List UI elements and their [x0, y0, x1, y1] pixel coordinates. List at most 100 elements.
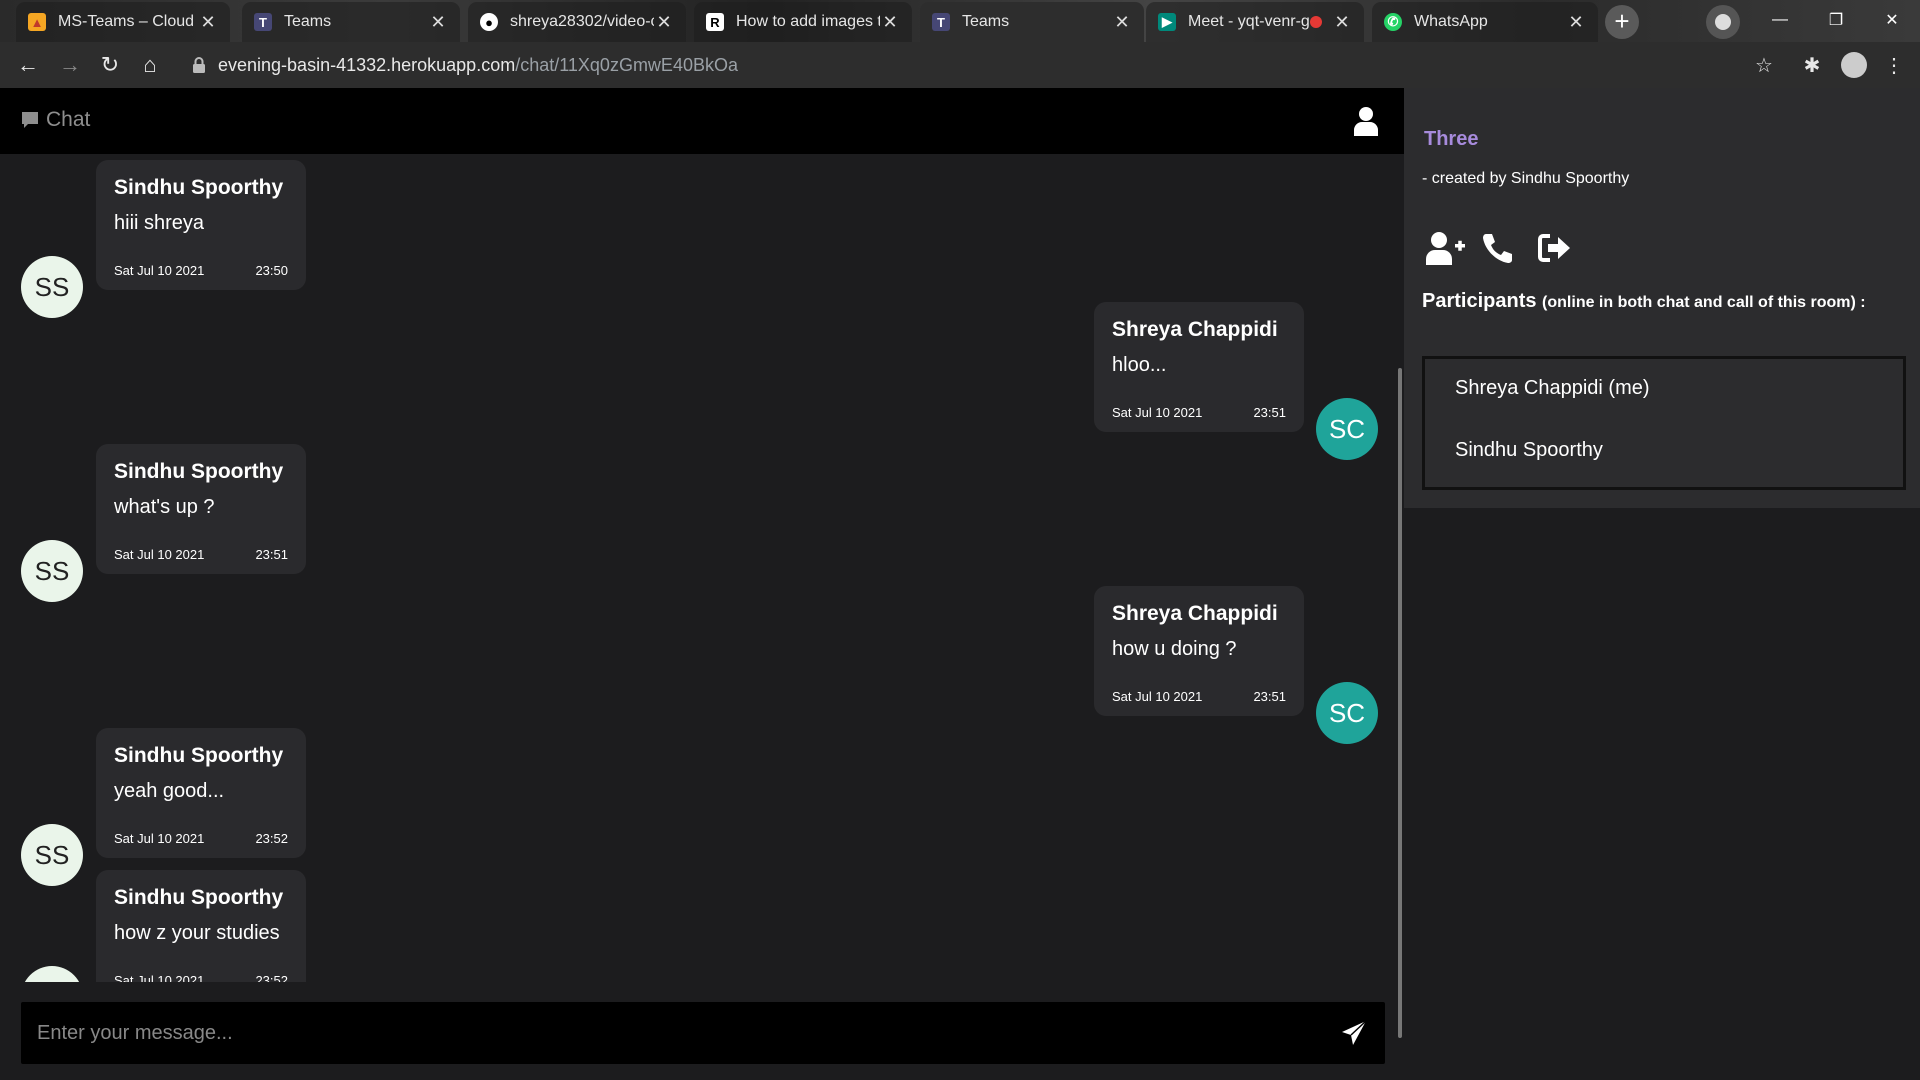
minimize-icon[interactable]: — [1752, 0, 1808, 40]
phone-icon [1483, 234, 1512, 263]
message-bubble: Shreya Chappidi how u doing ? Sat Jul 10… [1094, 586, 1304, 716]
message-date: Sat Jul 10 2021 [1112, 405, 1203, 420]
message-time: 23:51 [255, 547, 288, 562]
participants-title: Participants [1422, 290, 1537, 312]
chat-app: Chat Sindhu Spoorthy hiii shreya Sat Jul… [0, 88, 1920, 1080]
leave-icon [1538, 234, 1570, 262]
close-icon[interactable]: ✕ [654, 12, 674, 33]
window-close-icon[interactable]: ✕ [1864, 0, 1920, 40]
close-icon[interactable]: ✕ [1566, 12, 1586, 33]
scrollbar[interactable] [1398, 368, 1402, 1038]
browser-tab[interactable]: R How to add images to ✕ [694, 2, 912, 42]
message-time: 23:51 [1253, 405, 1286, 420]
browser-tab[interactable]: ● shreya28302/video-ca ✕ [468, 2, 686, 42]
message-input[interactable] [37, 1002, 1327, 1064]
participant-item: Shreya Chappidi (me) [1455, 377, 1650, 399]
message-sender: Shreya Chappidi [1112, 602, 1278, 625]
send-icon[interactable] [1341, 1020, 1367, 1046]
message-bubble: Shreya Chappidi hloo... Sat Jul 10 2021 … [1094, 302, 1304, 432]
tab-search-icon[interactable] [1706, 5, 1740, 39]
user-icon[interactable] [1352, 106, 1380, 136]
message-sender: Sindhu Spoorthy [114, 460, 284, 483]
message-meta: Sat Jul 10 2021 23:51 [1112, 689, 1286, 704]
profile-avatar[interactable] [1834, 45, 1874, 85]
close-icon[interactable]: ✕ [880, 12, 900, 33]
browser-tabstrip: ▲ MS-Teams – Cloud Fir ✕ T Teams ✕ ● shr… [0, 0, 1920, 42]
room-info-card: Three - created by Sindhu Spoorthy Parti… [1404, 88, 1920, 508]
message-time: 23:52 [255, 831, 288, 846]
message-meta: Sat Jul 10 2021 23:51 [1112, 405, 1286, 420]
close-icon[interactable]: ✕ [1112, 12, 1132, 33]
message-meta: Sat Jul 10 2021 23:51 [114, 547, 288, 562]
browser-tab[interactable]: T Teams ✕ [242, 2, 460, 42]
tab-title: How to add images to [736, 13, 880, 30]
close-icon[interactable]: ✕ [198, 12, 218, 33]
message-date: Sat Jul 10 2021 [114, 831, 205, 846]
back-icon[interactable]: ← [8, 45, 48, 85]
teams-icon: T [932, 13, 950, 31]
room-actions [1426, 228, 1594, 268]
tab-title: MS-Teams – Cloud Fir [58, 13, 198, 30]
message-time: 23:51 [1253, 689, 1286, 704]
avatar: SS [21, 824, 83, 886]
message-text: hiii shreya [114, 212, 205, 234]
avatar: SC [1316, 682, 1378, 744]
browser-tab[interactable]: ✆ WhatsApp ✕ [1372, 2, 1598, 42]
participant-item: Sindhu Spoorthy [1455, 439, 1603, 461]
lock-icon[interactable] [192, 57, 206, 73]
add-user-button[interactable] [1426, 228, 1482, 268]
tab-title: Meet - yqt-venr-g [1188, 13, 1310, 30]
teams-icon: T [254, 13, 272, 31]
message-bubble: Sindhu Spoorthy hiii shreya Sat Jul 10 2… [96, 160, 306, 290]
message-text: hloo... [1112, 354, 1167, 376]
browser-tab-active[interactable]: T Teams ✕ [920, 2, 1144, 42]
browser-tab[interactable]: ▲ MS-Teams – Cloud Fir ✕ [16, 2, 230, 42]
participants-subtitle: (online in both chat and call of this ro… [1542, 294, 1866, 311]
message-sender: Sindhu Spoorthy [114, 886, 284, 909]
message-sender: Sindhu Spoorthy [114, 176, 284, 199]
tab-title: shreya28302/video-ca [510, 13, 654, 30]
participants-heading: Participants (online in both chat and ca… [1422, 290, 1866, 313]
close-icon[interactable]: ✕ [428, 12, 448, 33]
home-icon[interactable]: ⌂ [130, 45, 170, 85]
message-date: Sat Jul 10 2021 [114, 263, 205, 278]
url-field[interactable]: evening-basin-41332.herokuapp.com/chat/1… [218, 42, 738, 88]
firebase-icon: ▲ [28, 13, 46, 31]
leave-room-button[interactable] [1538, 228, 1594, 268]
meet-icon: ▶ [1158, 13, 1176, 31]
browser-tab[interactable]: ▶ Meet - yqt-venr-g ✕ [1146, 2, 1364, 42]
whatsapp-icon: ✆ [1384, 13, 1402, 31]
reload-icon[interactable]: ↻ [90, 45, 130, 85]
extensions-icon[interactable]: ✱ [1792, 45, 1832, 85]
chat-tab[interactable]: Chat [20, 108, 90, 132]
message-sender: Shreya Chappidi [1112, 318, 1278, 341]
message-bubble: Sindhu Spoorthy yeah good... Sat Jul 10 … [96, 728, 306, 858]
close-icon[interactable]: ✕ [1332, 12, 1352, 33]
room-name: Three [1424, 128, 1479, 150]
message-text: how z your studies [114, 922, 280, 944]
avatar: SS [21, 256, 83, 318]
tab-title: WhatsApp [1414, 13, 1488, 30]
message-bubble: Sindhu Spoorthy how z your studies Sat J… [96, 870, 306, 1000]
message-sender: Sindhu Spoorthy [114, 744, 284, 767]
message-text: what's up ? [114, 496, 215, 518]
avatar: SC [1316, 398, 1378, 460]
new-tab-button[interactable]: + [1605, 5, 1639, 39]
url-path: /chat/11Xq0zGmwE40BkOa [515, 55, 738, 75]
message-composer [21, 1002, 1385, 1064]
chat-header: Chat [0, 88, 1404, 154]
room-info-panel: Three - created by Sindhu Spoorthy Parti… [1404, 88, 1920, 1080]
browser-menu-icon[interactable]: ⋮ [1874, 45, 1914, 85]
avatar: SS [21, 540, 83, 602]
message-date: Sat Jul 10 2021 [1112, 689, 1203, 704]
forward-icon[interactable]: → [50, 45, 90, 85]
bookmark-star-icon[interactable]: ☆ [1744, 45, 1784, 85]
restore-icon[interactable]: ❐ [1808, 0, 1864, 40]
message-text: how u doing ? [1112, 638, 1237, 660]
chat-pane: Chat Sindhu Spoorthy hiii shreya Sat Jul… [0, 88, 1404, 1080]
room-created-by: - created by Sindhu Spoorthy [1422, 170, 1630, 187]
address-bar: ← → ↻ ⌂ evening-basin-41332.herokuapp.co… [0, 42, 1920, 88]
message-list[interactable]: Sindhu Spoorthy hiii shreya Sat Jul 10 2… [0, 154, 1404, 1070]
github-icon: ● [480, 13, 498, 31]
call-button[interactable] [1482, 228, 1538, 268]
